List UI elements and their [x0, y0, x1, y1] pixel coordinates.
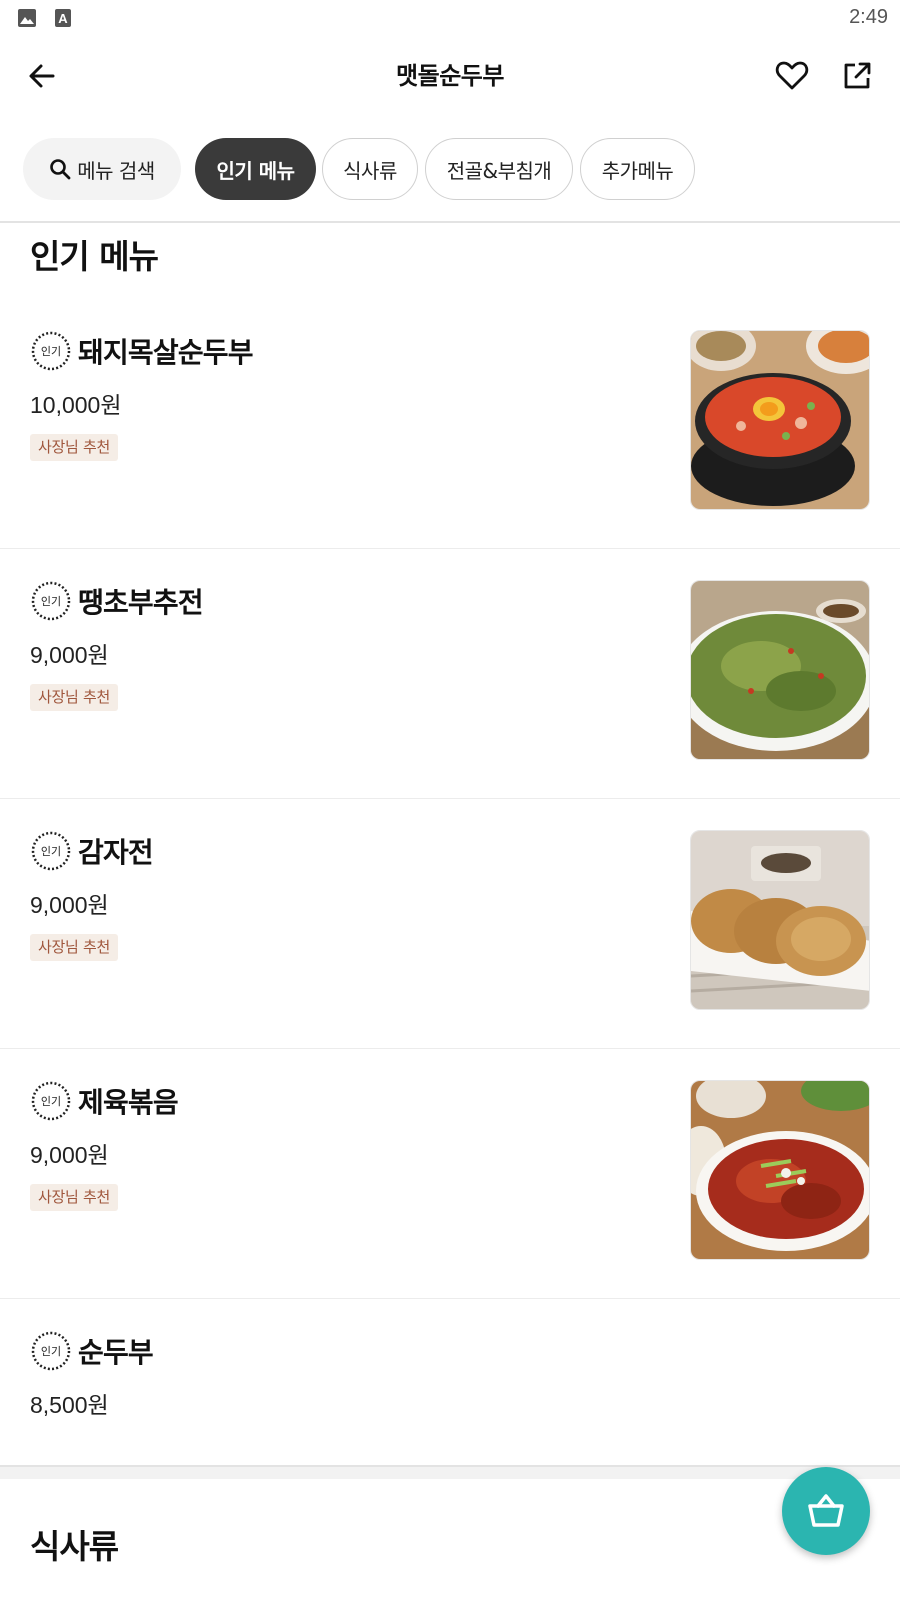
svg-text:인기: 인기 — [41, 845, 61, 858]
menu-search-label: 메뉴 검색 — [77, 158, 155, 183]
popular-badge-icon: 인기 — [31, 831, 71, 871]
svg-text:인기: 인기 — [41, 595, 61, 608]
spicy-tofu-stew-photo — [690, 330, 870, 510]
menu-search-button[interactable]: 메뉴 검색 — [23, 138, 181, 200]
page-title: 맷돌순두부 — [396, 62, 504, 90]
menu-item[interactable]: 인기 감자전 9,000원 사장님 추천 — [0, 830, 900, 1049]
recommend-tag: 사장님 추천 — [30, 934, 118, 961]
popular-badge-icon: 인기 — [31, 581, 71, 621]
menu-item-name: 순두부 — [78, 1336, 154, 1369]
menu-item-price: 9,000원 — [30, 892, 109, 918]
svg-text:A: A — [58, 11, 68, 26]
clock: 2:49 — [849, 6, 888, 28]
image-icon — [18, 9, 36, 27]
menu-item-price: 9,000원 — [30, 1142, 109, 1168]
tab-meals[interactable]: 식사류 — [322, 138, 418, 200]
item-divider — [0, 798, 900, 799]
menu-item-name: 제육볶음 — [78, 1086, 179, 1119]
section-title-popular: 인기 메뉴 — [30, 237, 159, 276]
menu-item-price: 9,000원 — [30, 642, 109, 668]
recommend-tag: 사장님 추천 — [30, 684, 118, 711]
cart-button[interactable] — [782, 1467, 870, 1555]
share-icon — [844, 62, 871, 89]
a-icon: A — [55, 9, 71, 27]
svg-text:인기: 인기 — [41, 1095, 61, 1108]
menu-item[interactable]: 인기 제육볶음 9,000원 사장님 추천 — [0, 1080, 900, 1299]
share-button[interactable] — [835, 54, 879, 98]
svg-text:인기: 인기 — [41, 345, 61, 358]
tab-hotpot-pancake[interactable]: 전골&부침개 — [425, 138, 573, 200]
menu-item[interactable]: 인기 땡초부추전 9,000원 사장님 추천 — [0, 580, 900, 799]
basket-icon — [808, 1494, 844, 1527]
heart-icon — [775, 61, 809, 90]
popular-badge-icon: 인기 — [31, 1331, 71, 1371]
popular-badge-icon: 인기 — [31, 1081, 71, 1121]
favorite-button[interactable] — [770, 54, 814, 98]
svg-text:인기: 인기 — [41, 1345, 61, 1358]
spicy-pork-photo — [690, 1080, 870, 1260]
item-divider — [0, 1298, 900, 1299]
search-icon — [50, 159, 71, 180]
category-tabs: 메뉴 검색 인기 메뉴 식사류 전골&부침개 추가메뉴 — [0, 138, 900, 200]
recommend-tag: 사장님 추천 — [30, 1184, 118, 1211]
menu-item-price: 8,500원 — [30, 1392, 109, 1418]
menu-item[interactable]: 인기 순두부 8,500원 — [0, 1330, 900, 1460]
recommend-tag: 사장님 추천 — [30, 434, 118, 461]
status-bar: A 2:49 — [0, 0, 900, 36]
potato-pancake-photo — [690, 830, 870, 1010]
tab-extra-menu[interactable]: 추가메뉴 — [580, 138, 695, 200]
popular-badge-icon: 인기 — [31, 331, 71, 371]
menu-item-price: 10,000원 — [30, 392, 122, 418]
tab-popular-menu[interactable]: 인기 메뉴 — [195, 138, 316, 200]
item-divider — [0, 1048, 900, 1049]
chive-pancake-photo — [690, 580, 870, 760]
menu-item-name: 땡초부추전 — [78, 586, 204, 619]
menu-item-name: 돼지목살순두부 — [78, 336, 254, 369]
item-divider — [0, 548, 900, 549]
menu-item[interactable]: 인기 돼지목살순두부 10,000원 사장님 추천 — [0, 330, 900, 549]
menu-item-name: 감자전 — [78, 836, 154, 869]
tab-divider — [0, 221, 900, 223]
section-title-meals: 식사류 — [30, 1527, 119, 1566]
app-header: 맷돌순두부 — [0, 40, 900, 112]
section-separator — [0, 1465, 900, 1479]
